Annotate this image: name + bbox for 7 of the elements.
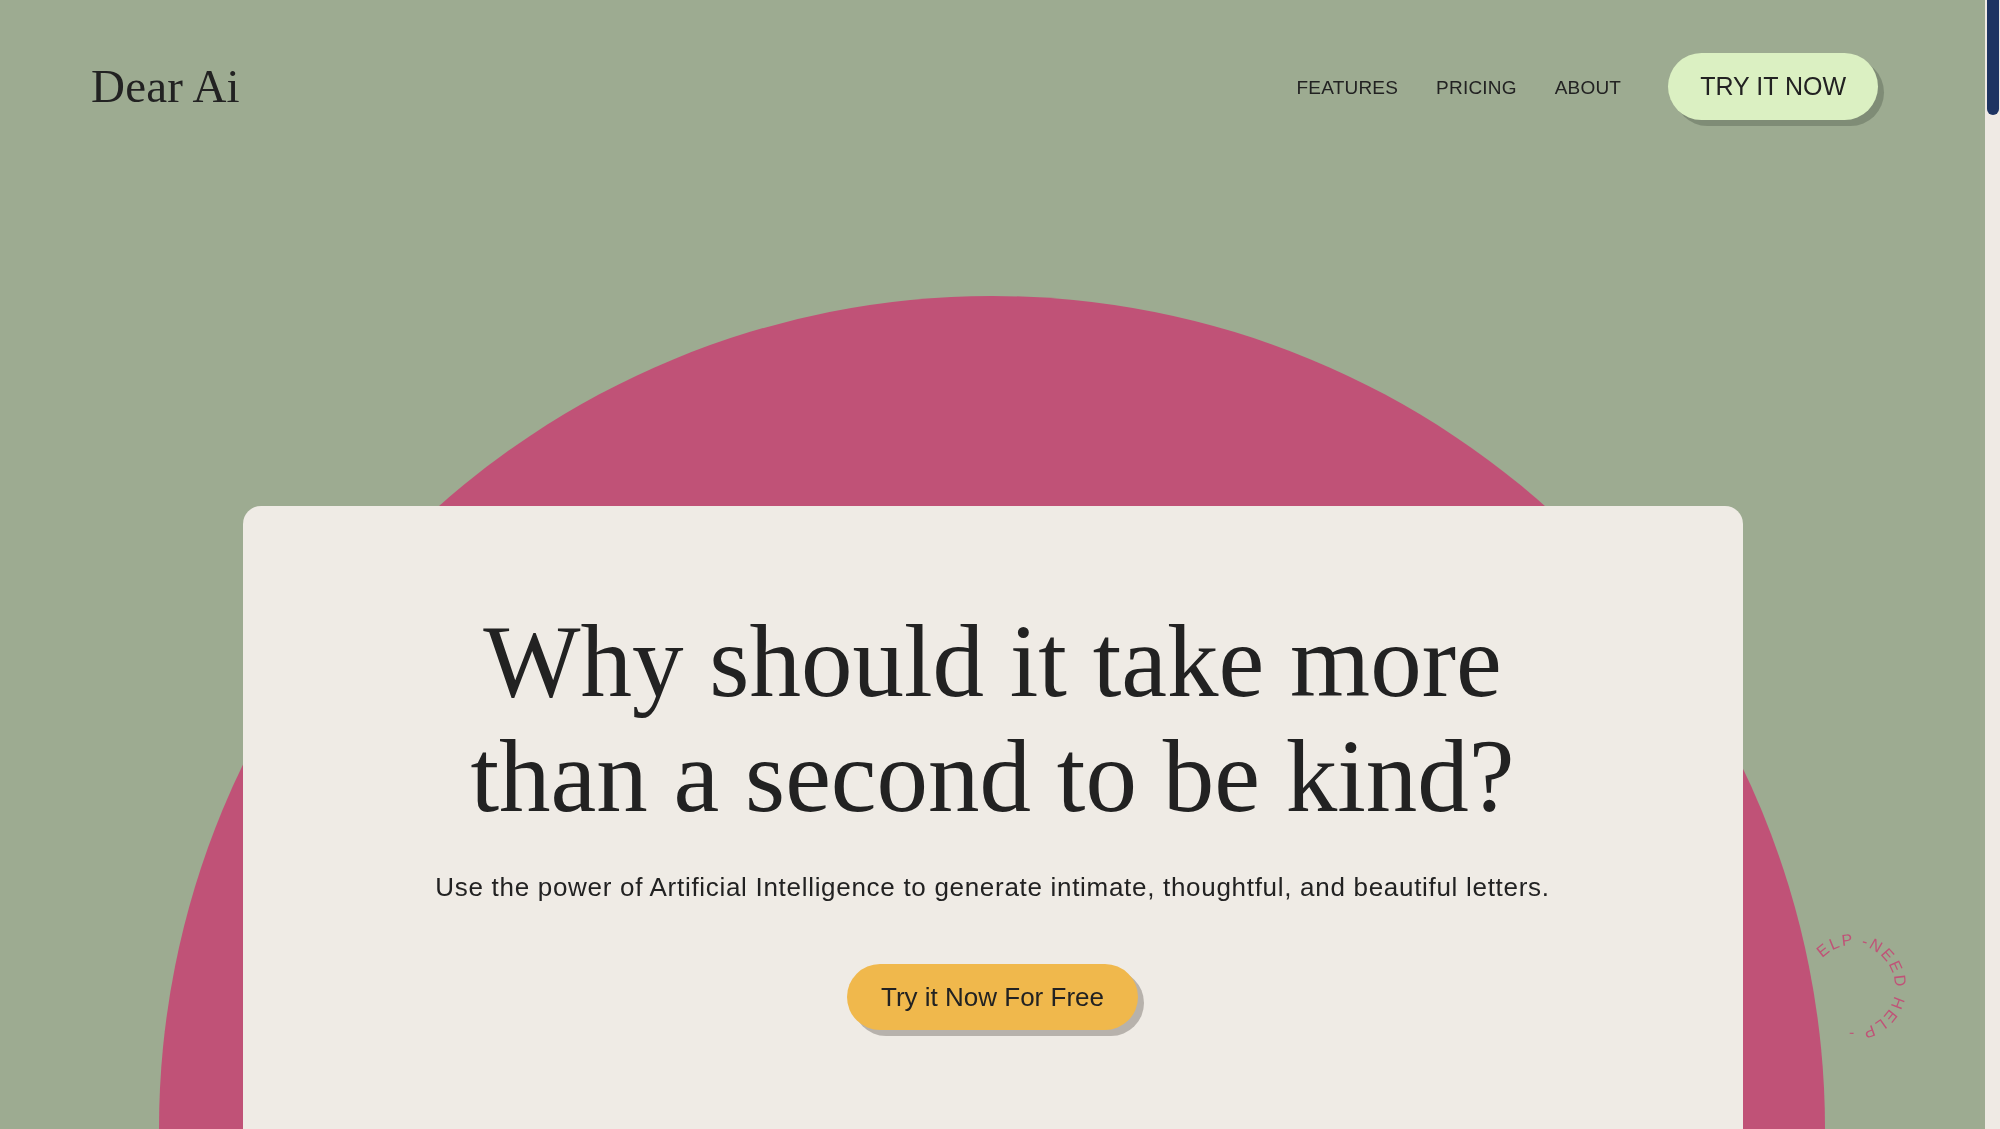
hero-subtitle: Use the power of Artificial Intelligence to generate intimate, thoughtful, and beautiful letters. [435,871,1550,903]
logo[interactable]: Dear Ai [91,63,240,110]
nav-link[interactable]: ABOUT [1554,77,1622,99]
nav-link[interactable]: FEATURES [1296,77,1399,99]
nav-link[interactable]: PRICING [1436,77,1517,99]
hero-heading: Why should it take more than a second to be kind? [469,604,1516,834]
scrollbar-thumb[interactable] [1987,0,1999,115]
